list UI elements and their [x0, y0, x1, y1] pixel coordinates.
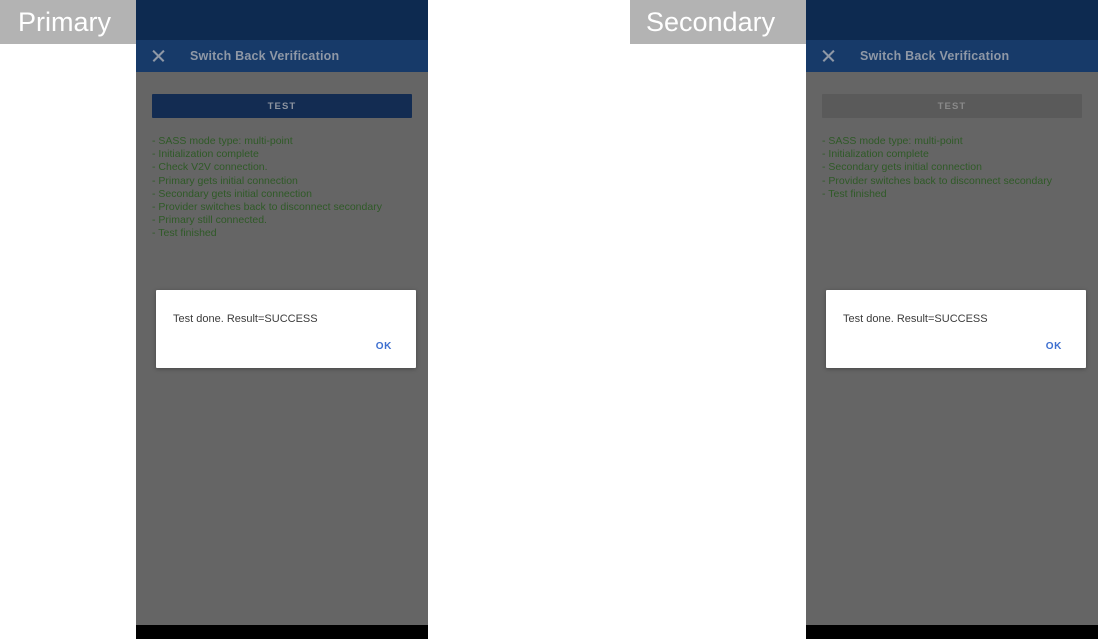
caption-label: Secondary — [646, 7, 776, 37]
close-icon[interactable] — [820, 47, 838, 65]
app-toolbar: Switch Back Verification — [136, 40, 428, 72]
modal-scrim: Test done. Result=SUCCESS OK — [136, 72, 428, 625]
app-content-area: TEST - SASS mode type: multi-point - Ini… — [806, 72, 1098, 625]
close-icon[interactable] — [150, 47, 168, 65]
dialog-message: Test done. Result=SUCCESS — [173, 313, 318, 325]
dialog-message: Test done. Result=SUCCESS — [843, 313, 988, 325]
page-title: Switch Back Verification — [860, 49, 1010, 63]
app-toolbar: Switch Back Verification — [806, 40, 1098, 72]
result-dialog: Test done. Result=SUCCESS OK — [156, 290, 416, 368]
dialog-actions: OK — [156, 333, 416, 368]
device-screen-secondary: Switch Back Verification TEST - SASS mod… — [806, 0, 1098, 639]
result-dialog: Test done. Result=SUCCESS OK — [826, 290, 1086, 368]
caption-badge-primary: Primary — [0, 0, 136, 44]
system-status-bar — [136, 0, 428, 40]
device-screen-primary: Switch Back Verification TEST - SASS mod… — [136, 0, 428, 639]
system-navigation-bar — [136, 625, 428, 639]
system-navigation-bar — [806, 625, 1098, 639]
page-title: Switch Back Verification — [190, 49, 340, 63]
system-status-bar — [806, 0, 1098, 40]
app-content-area: TEST - SASS mode type: multi-point - Ini… — [136, 72, 428, 625]
modal-scrim: Test done. Result=SUCCESS OK — [806, 72, 1098, 625]
dialog-ok-button[interactable]: OK — [1044, 339, 1064, 354]
caption-label: Primary — [18, 7, 111, 37]
dialog-actions: OK — [826, 333, 1086, 368]
dialog-ok-button[interactable]: OK — [374, 339, 394, 354]
caption-badge-secondary: Secondary — [630, 0, 806, 44]
